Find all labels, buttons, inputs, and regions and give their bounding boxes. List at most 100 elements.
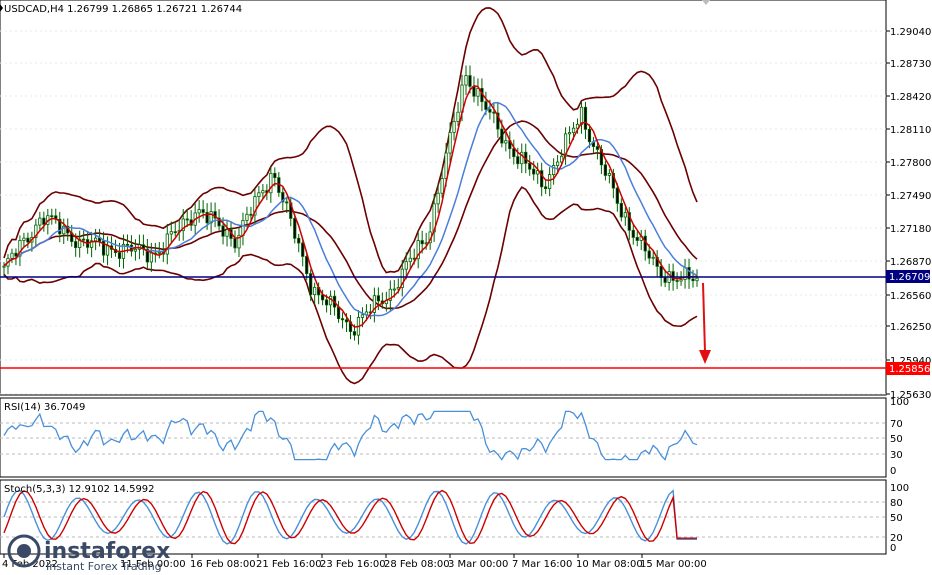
candle-body	[26, 237, 30, 243]
candle-body	[94, 237, 98, 242]
candle-body	[157, 251, 161, 254]
price-tick-label: 1.28110	[890, 125, 931, 136]
candle-body	[671, 271, 675, 281]
rsi-axis: 100 70 50 30 0	[890, 397, 909, 477]
candle-body	[448, 132, 452, 154]
price-pane[interactable]: USDCAD,H4 1.26799 1.26865 1.26721 1.2674…	[0, 0, 887, 396]
candle-body	[197, 209, 201, 214]
price-tick-label: 1.27490	[890, 191, 931, 202]
candle-body	[328, 295, 333, 306]
candle-body	[305, 256, 309, 275]
candle-body	[472, 85, 476, 97]
candle-body	[571, 127, 576, 133]
candle-body	[424, 242, 428, 245]
price-tick-label: 1.27800	[890, 158, 931, 169]
rsi-tick-label: 100	[890, 397, 909, 408]
candle-body	[607, 173, 611, 176]
candle-body	[352, 331, 357, 336]
candle-body	[105, 245, 110, 256]
stoch-axis: 1008050200	[890, 483, 909, 554]
candle-body	[500, 128, 504, 144]
rsi-tick-label: 0	[890, 466, 896, 477]
candle-body	[249, 213, 253, 216]
candle-body	[50, 215, 54, 218]
price-tick-label: 1.26250	[890, 322, 931, 333]
price-axis: 1.29040 1.28730 1.28420 1.28110 1.27800 1.274…	[886, 27, 931, 401]
candle-body	[436, 192, 440, 205]
candle-body	[301, 242, 305, 257]
stoch-tick-label: 50	[890, 513, 903, 524]
candle-body	[512, 148, 516, 158]
candle-body	[504, 140, 508, 144]
candle-body	[82, 238, 86, 241]
candle-body	[476, 87, 480, 97]
candle-body	[74, 241, 78, 249]
candle-body	[651, 256, 655, 259]
rsi-tick-label: 30	[890, 450, 903, 461]
candle-body	[42, 217, 46, 225]
candle-body	[440, 178, 444, 194]
candle-body	[340, 318, 345, 321]
candle-body	[297, 237, 301, 244]
stoch-tick-label: 80	[890, 498, 903, 509]
price-tick-label: 1.26870	[890, 257, 931, 268]
price-tick-label: 1.28730	[890, 59, 931, 70]
trading-chart[interactable]: USDCAD,H4 1.26799 1.26865 1.26721 1.2674…	[0, 0, 932, 575]
candle-body	[556, 161, 560, 166]
candle-body	[201, 209, 205, 213]
watermark-tagline: Instant Forex Trading	[46, 560, 162, 573]
candle-body	[225, 229, 229, 237]
candle-body	[376, 295, 380, 302]
time-tick-label: 21 Feb 16:00	[256, 559, 322, 570]
candle-body	[679, 279, 683, 282]
current-price-label: 1.26709	[889, 272, 930, 283]
candle-body	[595, 146, 600, 150]
candle-body	[464, 75, 468, 86]
candle-body	[675, 280, 679, 282]
price-tick-label: 1.29040	[890, 27, 931, 38]
candle-body	[492, 111, 496, 114]
candle-body	[404, 261, 408, 270]
rsi-label: RSI(14) 36.7049	[4, 402, 85, 413]
candle-body	[344, 319, 349, 323]
candle-body	[173, 231, 177, 234]
candle-body	[257, 192, 261, 197]
candle-body	[185, 218, 189, 221]
candle-body	[583, 106, 588, 130]
candle-body	[149, 252, 153, 263]
candle-body	[619, 202, 623, 218]
candle-body	[623, 212, 627, 218]
candle-body	[468, 75, 472, 87]
candle-body	[125, 243, 130, 246]
rsi-tick-label: 70	[890, 419, 903, 430]
current-price-tag: 1.26709	[886, 270, 930, 283]
candle-body	[456, 111, 460, 122]
candle-body	[635, 237, 639, 241]
time-tick-label: 16 Feb 08:00	[190, 559, 256, 570]
time-tick-label: 3 Mar 00:00	[448, 559, 508, 570]
candle-body	[273, 172, 277, 179]
time-tick-label: 28 Feb 08:00	[384, 559, 450, 570]
candle-body	[392, 288, 396, 291]
candle-body	[544, 186, 548, 189]
candle-body	[587, 128, 592, 143]
candle-body	[313, 286, 317, 296]
symbol-info: USDCAD,H4 1.26799 1.26865 1.26721 1.2674…	[4, 4, 242, 15]
candle-body	[165, 233, 169, 255]
candle-body	[615, 187, 619, 204]
candle-body	[631, 229, 635, 238]
target-price-tag: 1.25856	[886, 362, 930, 375]
price-tick-label: 1.28420	[890, 92, 931, 103]
price-tick-label: 1.26560	[890, 291, 931, 302]
time-tick-label: 10 Mar 08:00	[576, 559, 643, 570]
candle-body	[360, 314, 365, 318]
price-tick-label: 1.27180	[890, 224, 931, 235]
candle-body	[691, 278, 695, 282]
candle-body	[488, 109, 492, 113]
rsi-pane[interactable]: RSI(14) 36.7049	[0, 397, 887, 478]
candle-body	[285, 201, 289, 204]
candle-body	[567, 132, 572, 135]
candle-body	[603, 164, 607, 176]
candle-body	[117, 252, 122, 259]
candle-body	[528, 162, 532, 170]
